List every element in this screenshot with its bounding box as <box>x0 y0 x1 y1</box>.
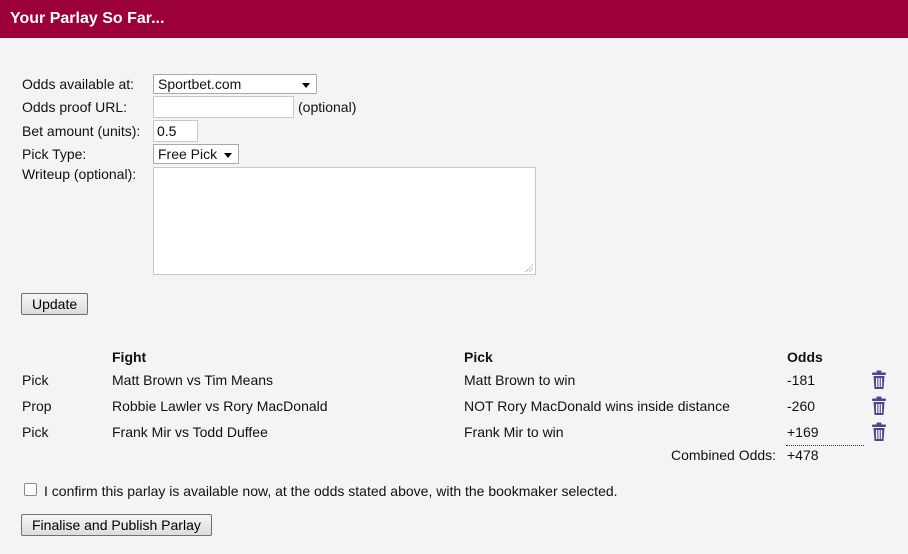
odds-proof-optional-hint: (optional) <box>298 99 357 115</box>
row-fight: Robbie Lawler vs Rory MacDonald <box>112 398 328 414</box>
row-fight: Frank Mir vs Todd Duffee <box>112 424 268 440</box>
confirm-checkbox[interactable] <box>24 483 37 496</box>
page-header: Your Parlay So Far... <box>0 0 908 38</box>
confirm-label: I confirm this parlay is available now, … <box>44 483 618 499</box>
chevron-down-icon <box>302 83 310 88</box>
trash-icon[interactable] <box>870 422 888 442</box>
row-odds: -260 <box>787 398 816 414</box>
combined-odds-value: +478 <box>787 447 819 463</box>
row-type: Pick <box>22 424 49 440</box>
row-pick: Matt Brown to win <box>464 372 576 388</box>
row-pick: NOT Rory MacDonald wins inside distance <box>464 398 730 414</box>
pick-column-header: Pick <box>464 349 493 365</box>
row-fight: Matt Brown vs Tim Means <box>112 372 274 388</box>
publish-parlay-button[interactable]: Finalise and Publish Parlay <box>21 514 212 536</box>
resize-grip-icon[interactable] <box>525 264 533 272</box>
pick-type-select[interactable]: Free Pick <box>153 144 239 164</box>
odds-proof-label: Odds proof URL: <box>22 99 128 115</box>
row-odds: +169 <box>787 424 819 440</box>
update-button[interactable]: Update <box>21 293 89 315</box>
row-pick: Frank Mir to win <box>464 424 564 440</box>
bet-amount-input[interactable] <box>153 120 198 142</box>
odds-total-divider <box>786 445 864 446</box>
writeup-label: Writeup (optional): <box>22 166 137 182</box>
pick-type-select-value: Free Pick <box>158 146 218 162</box>
odds-proof-url-input[interactable] <box>153 96 294 118</box>
row-type: Prop <box>22 398 52 414</box>
bookmaker-select[interactable]: Sportbet.com <box>153 74 317 94</box>
chevron-down-icon <box>224 153 232 158</box>
pick-type-label: Pick Type: <box>22 146 87 162</box>
bet-amount-label: Bet amount (units): <box>22 123 141 139</box>
bookmaker-select-value: Sportbet.com <box>158 76 242 92</box>
row-odds: -181 <box>787 372 816 388</box>
writeup-textarea[interactable] <box>153 167 536 275</box>
row-type: Pick <box>22 372 49 388</box>
page-title: Your Parlay So Far... <box>10 10 165 27</box>
odds-column-header: Odds <box>787 349 823 365</box>
trash-icon[interactable] <box>870 396 888 416</box>
combined-odds-label: Combined Odds: <box>671 447 777 463</box>
trash-icon[interactable] <box>870 370 888 390</box>
fight-column-header: Fight <box>112 349 147 365</box>
odds-available-label: Odds available at: <box>22 76 135 92</box>
